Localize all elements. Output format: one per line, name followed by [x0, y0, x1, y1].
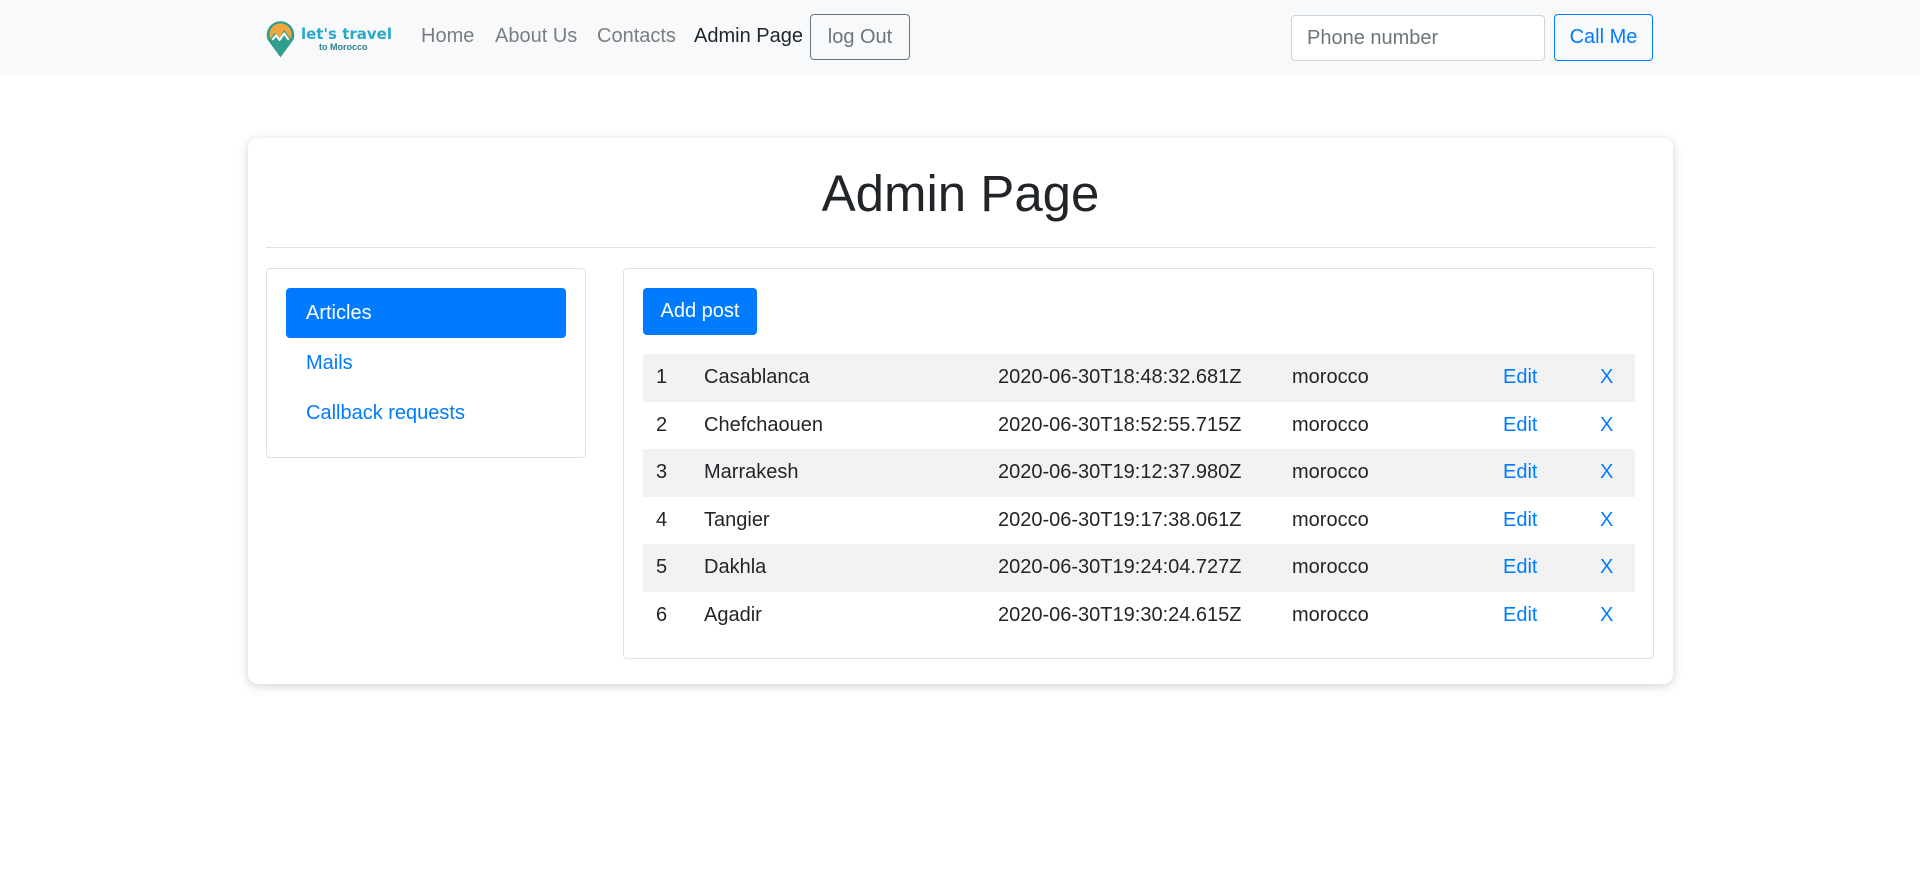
- article-date: 2020-06-30T18:48:32.681Z: [998, 366, 1242, 388]
- edit-link[interactable]: Edit: [1503, 354, 1537, 402]
- delete-link[interactable]: X: [1600, 592, 1613, 640]
- article-country: morocco: [1292, 366, 1369, 388]
- sidebar-item-callback-requests[interactable]: Callback requests: [286, 388, 566, 438]
- page-title: Admin Page: [821, 165, 1100, 222]
- brand-tagline: to Morocco: [318, 41, 368, 52]
- article-id: 5: [656, 556, 668, 578]
- article-id: 1: [656, 366, 668, 388]
- brand-logo[interactable]: let's travel to Morocco: [264, 17, 392, 61]
- article-id: 3: [656, 461, 668, 483]
- article-date: 2020-06-30T19:30:24.615Z: [998, 603, 1242, 626]
- article-id: 4: [656, 508, 668, 531]
- phone-number-input[interactable]: [1291, 15, 1545, 61]
- delete-link[interactable]: X: [1600, 497, 1613, 545]
- admin-sidebar: Articles Mails Callback requests: [266, 268, 586, 458]
- article-country: morocco: [1292, 556, 1369, 578]
- article-country: morocco: [1292, 461, 1369, 483]
- title-divider: [266, 247, 1655, 248]
- article-country: morocco: [1292, 603, 1369, 626]
- table-row: 4 Tangier 2020-06-30T19:17:38.061Z moroc…: [643, 497, 1635, 545]
- edit-link[interactable]: Edit: [1503, 449, 1537, 497]
- edit-link[interactable]: Edit: [1503, 544, 1537, 592]
- article-title: Casablanca: [704, 366, 810, 388]
- article-country: morocco: [1292, 508, 1369, 531]
- table-row: 5 Dakhla 2020-06-30T19:24:04.727Z morocc…: [643, 544, 1635, 592]
- article-country: morocco: [1292, 413, 1369, 436]
- table-row: 2 Chefchaouen 2020-06-30T18:52:55.715Z m…: [643, 402, 1635, 450]
- edit-link[interactable]: Edit: [1503, 592, 1537, 640]
- table-row: 6 Agadir 2020-06-30T19:30:24.615Z morocc…: [643, 592, 1635, 640]
- nav-home-link[interactable]: Home: [421, 25, 474, 48]
- nav-about-link[interactable]: About Us: [495, 25, 577, 48]
- article-date: 2020-06-30T18:52:55.715Z: [998, 413, 1242, 436]
- articles-panel: Add post 1 Casablanca 2020-06-30T18:48:3…: [623, 268, 1654, 659]
- delete-link[interactable]: X: [1600, 449, 1613, 497]
- table-row: 3 Marrakesh 2020-06-30T19:12:37.980Z mor…: [643, 449, 1635, 497]
- article-title: Marrakesh: [704, 461, 799, 483]
- logout-button[interactable]: log Out: [810, 14, 910, 60]
- articles-table: 1 Casablanca 2020-06-30T18:48:32.681Z mo…: [643, 354, 1635, 639]
- table-row: 1 Casablanca 2020-06-30T18:48:32.681Z mo…: [643, 354, 1635, 402]
- article-id: 2: [656, 413, 668, 436]
- add-post-button[interactable]: Add post: [643, 288, 757, 335]
- article-title: Chefchaouen: [704, 413, 823, 436]
- edit-link[interactable]: Edit: [1503, 402, 1537, 450]
- admin-card: Admin Page Articles Mails Callback reque…: [248, 138, 1673, 684]
- navbar: let's travel to Morocco Home About Us Co…: [0, 0, 1920, 75]
- delete-link[interactable]: X: [1600, 354, 1613, 402]
- nav-contacts-link[interactable]: Contacts: [597, 25, 676, 48]
- article-date: 2020-06-30T19:12:37.980Z: [998, 461, 1242, 483]
- brand-name: let's travel: [300, 24, 392, 43]
- delete-link[interactable]: X: [1600, 544, 1613, 592]
- edit-link[interactable]: Edit: [1503, 497, 1537, 545]
- article-date: 2020-06-30T19:17:38.061Z: [998, 508, 1242, 531]
- sidebar-item-mails[interactable]: Mails: [286, 338, 566, 388]
- delete-link[interactable]: X: [1600, 402, 1613, 450]
- map-pin-mountain-icon: [266, 21, 295, 58]
- article-title: Tangier: [704, 508, 770, 531]
- article-title: Dakhla: [704, 556, 767, 578]
- article-id: 6: [656, 603, 668, 626]
- call-me-button[interactable]: Call Me: [1554, 14, 1653, 61]
- sidebar-item-articles[interactable]: Articles: [286, 288, 566, 338]
- article-title: Agadir: [704, 603, 762, 626]
- nav-admin-link[interactable]: Admin Page: [694, 25, 803, 48]
- article-date: 2020-06-30T19:24:04.727Z: [998, 556, 1242, 578]
